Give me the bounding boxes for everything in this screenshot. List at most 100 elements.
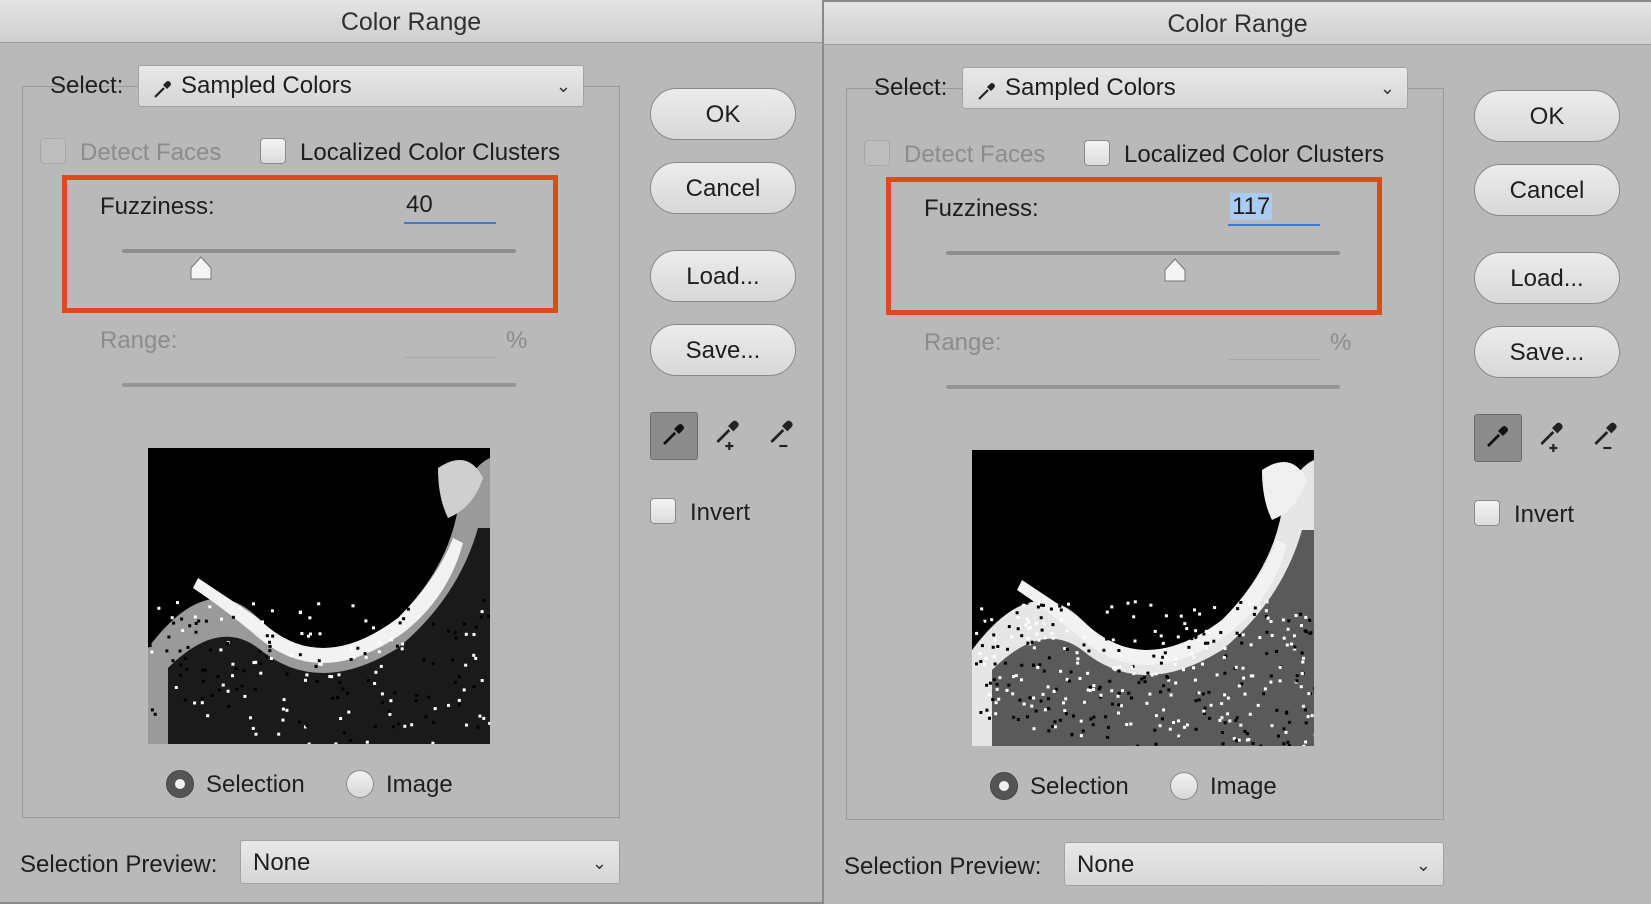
invert-checkbox[interactable] (1474, 500, 1500, 526)
mask-speckle (172, 622, 175, 625)
mask-speckle (1054, 725, 1057, 728)
mask-speckle (1194, 679, 1197, 682)
mask-speckle (1288, 744, 1291, 746)
detect-faces-checkbox[interactable] (864, 140, 890, 166)
mask-speckle (352, 604, 355, 607)
mask-speckle (975, 632, 978, 635)
fuzziness-slider-thumb[interactable] (1164, 258, 1186, 282)
fuzziness-label: Fuzziness: (100, 193, 215, 221)
mask-speckle (318, 663, 321, 666)
mask-speckle (1026, 602, 1029, 605)
mask-speckle (454, 681, 457, 684)
mask-speckle (172, 659, 175, 662)
fuzziness-slider-track[interactable] (122, 249, 516, 253)
detect-faces-checkbox[interactable] (40, 138, 66, 164)
subtract-from-sample-button[interactable] (758, 412, 806, 460)
chevron-down-icon: ⌄ (1416, 843, 1431, 887)
mask-speckle (1287, 619, 1290, 622)
mask-speckle (216, 675, 219, 678)
mask-speckle (1033, 646, 1036, 649)
fuzziness-slider-thumb[interactable] (190, 256, 212, 280)
ok-button[interactable]: OK (650, 88, 796, 140)
subtract-from-sample-button[interactable] (1582, 414, 1630, 462)
mask-speckle (1305, 721, 1308, 724)
image-radio[interactable] (346, 770, 374, 798)
mask-speckle (1242, 667, 1245, 670)
load-button[interactable]: Load... (1474, 252, 1620, 304)
mask-speckle (1242, 633, 1245, 636)
select-dropdown[interactable]: Sampled Colors ⌄ (962, 67, 1408, 109)
mask-speckle (353, 656, 356, 659)
mask-speckle (241, 684, 244, 687)
fuzziness-input[interactable]: 117 (1228, 192, 1320, 226)
mask-speckle (1309, 632, 1312, 635)
mask-speckle (239, 606, 242, 609)
mask-speckle (1051, 725, 1054, 728)
load-button[interactable]: Load... (650, 250, 796, 302)
fuzziness-input[interactable]: 40 (404, 190, 496, 224)
image-radio[interactable] (1170, 772, 1198, 800)
mask-speckle (1048, 656, 1051, 659)
selection-radio-label: Selection (206, 771, 305, 799)
mask-speckle (1304, 708, 1307, 711)
localized-color-clusters-checkbox[interactable] (260, 138, 286, 164)
add-to-sample-button[interactable] (704, 412, 752, 460)
mask-speckle (1121, 616, 1124, 619)
cancel-button[interactable]: Cancel (650, 162, 796, 214)
selection-radio[interactable] (166, 770, 194, 798)
save-button[interactable]: Save... (1474, 326, 1620, 378)
selection-radio[interactable] (990, 772, 1018, 800)
mask-speckle (1076, 651, 1079, 654)
selection-preview-dropdown[interactable]: None ⌄ (1064, 842, 1444, 886)
mask-speckle (1043, 670, 1046, 673)
eyedropper-tool-button[interactable] (1474, 414, 1522, 462)
mask-speckle (1071, 733, 1074, 736)
mask-speckle (1246, 739, 1249, 742)
localized-color-clusters-checkbox[interactable] (1084, 140, 1110, 166)
fuzziness-value: 117 (1230, 193, 1272, 220)
mask-speckle (1011, 692, 1014, 695)
mask-speckle (1149, 604, 1152, 607)
mask-speckle (150, 651, 153, 654)
mask-speckle (269, 645, 272, 648)
mask-speckle (1271, 724, 1274, 727)
mask-speckle (307, 635, 310, 638)
mask-speckle (991, 698, 994, 701)
select-value: Sampled Colors (1005, 68, 1176, 108)
range-slider-track (946, 385, 1340, 389)
mask-speckle (1099, 686, 1102, 689)
mask-speckle (180, 618, 183, 621)
selection-preview-dropdown[interactable]: None ⌄ (240, 840, 620, 884)
mask-speckle (1120, 704, 1123, 707)
save-button[interactable]: Save... (650, 324, 796, 376)
eyedropper-tool-button[interactable] (650, 412, 698, 460)
mask-speckle (1058, 605, 1061, 608)
mask-speckle (482, 717, 485, 720)
invert-checkbox[interactable] (650, 498, 676, 524)
add-to-sample-button[interactable] (1528, 414, 1576, 462)
mask-speckle (1216, 673, 1219, 676)
mask-speckle (1259, 745, 1262, 746)
mask-speckle (1283, 637, 1286, 640)
mask-speckle (378, 650, 381, 653)
mask-speckle (1106, 611, 1109, 614)
mask-speckle (1288, 721, 1291, 724)
mask-speckle (1130, 666, 1133, 669)
select-dropdown[interactable]: Sampled Colors ⌄ (138, 65, 584, 107)
mask-speckle (1118, 665, 1121, 668)
mask-speckle (1204, 707, 1207, 710)
mask-speckle (1154, 630, 1157, 633)
mask-speckle (252, 727, 255, 730)
dialog-title: Color Range (0, 0, 822, 43)
mask-speckle (1155, 672, 1158, 675)
mask-speckle (390, 638, 393, 641)
cancel-button[interactable]: Cancel (1474, 164, 1620, 216)
mask-speckle (1266, 631, 1269, 634)
mask-speckle (389, 699, 392, 702)
mask-speckle (179, 650, 182, 653)
ok-button[interactable]: OK (1474, 90, 1620, 142)
mask-speckle (175, 686, 178, 689)
fuzziness-slider-track[interactable] (946, 251, 1340, 255)
mask-speckle (1271, 634, 1274, 637)
eyedropper-plus-icon (712, 418, 744, 455)
